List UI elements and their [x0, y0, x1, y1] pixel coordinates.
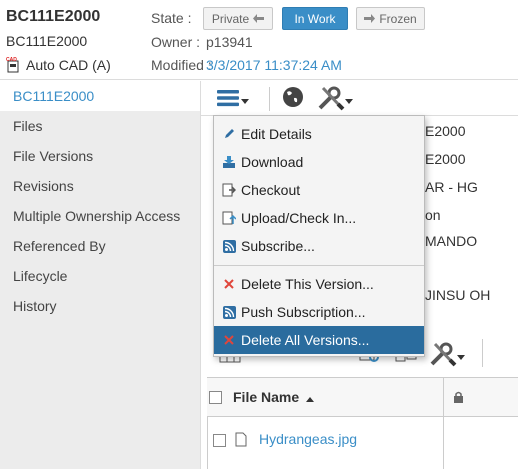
state-in-work-label: In Work — [294, 11, 336, 26]
state-label: State : — [151, 10, 192, 26]
property-value: on — [425, 207, 441, 223]
sidebar-item-file-versions[interactable]: File Versions — [0, 141, 200, 171]
arrow-left-icon — [253, 12, 265, 26]
sidebar-item-revisions[interactable]: Revisions — [0, 171, 200, 201]
rss-icon — [222, 239, 236, 253]
menu-item-label: Push Subscription... — [241, 304, 366, 320]
sidebar-item-overview[interactable]: BC111E2000 — [0, 81, 200, 111]
state-frozen-label: Frozen — [379, 11, 417, 26]
modified-label: Modified : — [151, 57, 212, 73]
tools-menu-button[interactable] — [317, 85, 353, 116]
page-subtitle: BC111E2000 — [6, 33, 88, 49]
toolbar-divider — [269, 87, 270, 111]
property-value: E2000 — [425, 151, 466, 167]
actions-menu-button[interactable] — [217, 89, 249, 112]
page-title: BC111E2000 — [6, 8, 101, 25]
toolbar-divider — [482, 339, 483, 367]
lock-icon — [453, 391, 464, 409]
menu-item-label: Delete All Versions... — [241, 332, 370, 348]
caret-down-icon — [457, 348, 465, 366]
owner-label: Owner : — [151, 34, 201, 50]
wrench-screwdriver-icon — [429, 341, 457, 372]
menu-item-label: Upload/Check In... — [241, 210, 357, 226]
menu-item-delete-all-versions[interactable]: Delete All Versions... — [214, 326, 424, 354]
menu-item-push-subscription[interactable]: Push Subscription... — [214, 298, 424, 326]
owner-value: p13941 — [206, 34, 253, 50]
x-icon — [222, 333, 236, 347]
row-select-checkbox[interactable] — [213, 434, 226, 447]
menu-item-download[interactable]: Download — [214, 148, 424, 176]
property-value: AR - HG — [425, 179, 478, 195]
arrow-right-icon — [364, 12, 376, 26]
menu-item-label: Subscribe... — [241, 238, 315, 254]
menu-item-subscribe[interactable]: Subscribe... — [214, 232, 424, 260]
sidebar: BC111E2000 Files File Versions Revisions… — [0, 81, 200, 469]
menu-item-label: Delete This Version... — [241, 276, 374, 292]
globe-icon — [281, 85, 305, 114]
state-private-button[interactable]: Private — [203, 7, 273, 30]
menu-item-edit-details[interactable]: Edit Details — [214, 120, 424, 148]
modified-value[interactable]: 3/3/2017 11:37:24 AM — [206, 57, 342, 73]
checkout-icon — [222, 183, 236, 197]
rss-icon — [222, 305, 236, 319]
caret-down-icon — [241, 92, 249, 110]
property-value: E2000 — [425, 123, 466, 139]
wrench-screwdriver-icon — [317, 85, 345, 116]
actions-dropdown-menu: Edit Details Download Checkout Upload/Ch… — [213, 115, 425, 357]
upload-icon — [222, 211, 236, 225]
sidebar-item-multiple-ownership-access[interactable]: Multiple Ownership Access — [0, 201, 200, 231]
file-table-header: File Name — [207, 377, 518, 417]
menu-separator — [214, 265, 424, 266]
x-icon — [222, 277, 236, 291]
cad-type-row: CAD Auto CAD (A) — [6, 57, 111, 73]
property-value: MANDO — [425, 233, 478, 249]
file-name-header-label: File Name — [233, 389, 300, 405]
cad-type-label: Auto CAD (A) — [26, 57, 111, 73]
column-divider — [443, 378, 444, 416]
menu-item-label: Edit Details — [241, 126, 312, 142]
menu-item-checkout[interactable]: Checkout — [214, 176, 424, 204]
property-value: JINSU OH — [425, 287, 491, 303]
column-divider — [443, 417, 444, 469]
state-private-label: Private — [211, 11, 250, 26]
table-left-border — [207, 417, 208, 469]
object-header: BC111E2000 BC111E2000 CAD Auto CAD (A) S… — [0, 0, 518, 80]
hamburger-icon — [217, 89, 241, 112]
file-icon — [235, 432, 247, 452]
download-icon — [222, 155, 236, 169]
menu-item-upload-check-in[interactable]: Upload/Check In... — [214, 204, 424, 232]
caret-down-icon — [345, 92, 353, 110]
pencil-icon — [222, 127, 236, 141]
column-header-file-name[interactable]: File Name — [233, 389, 315, 405]
cad-file-icon: CAD — [6, 57, 20, 73]
menu-item-label: Checkout — [241, 182, 301, 198]
select-all-checkbox[interactable] — [209, 391, 222, 404]
menu-item-label: Download — [241, 154, 304, 170]
globe-button[interactable] — [281, 85, 305, 114]
file-tools-menu-button[interactable] — [429, 341, 465, 372]
sidebar-item-files[interactable]: Files — [0, 111, 200, 141]
menu-item-delete-this-version[interactable]: Delete This Version... — [214, 270, 424, 298]
state-in-work-button[interactable]: In Work — [282, 7, 348, 30]
sidebar-item-referenced-by[interactable]: Referenced By — [0, 231, 200, 261]
file-link[interactable]: Hydrangeas.jpg — [259, 431, 357, 447]
cad-icon-text: CAD — [6, 57, 17, 63]
sidebar-item-history[interactable]: History — [0, 291, 200, 321]
sort-ascending-icon — [306, 389, 315, 405]
state-frozen-button[interactable]: Frozen — [356, 7, 425, 30]
sidebar-item-lifecycle[interactable]: Lifecycle — [0, 261, 200, 291]
